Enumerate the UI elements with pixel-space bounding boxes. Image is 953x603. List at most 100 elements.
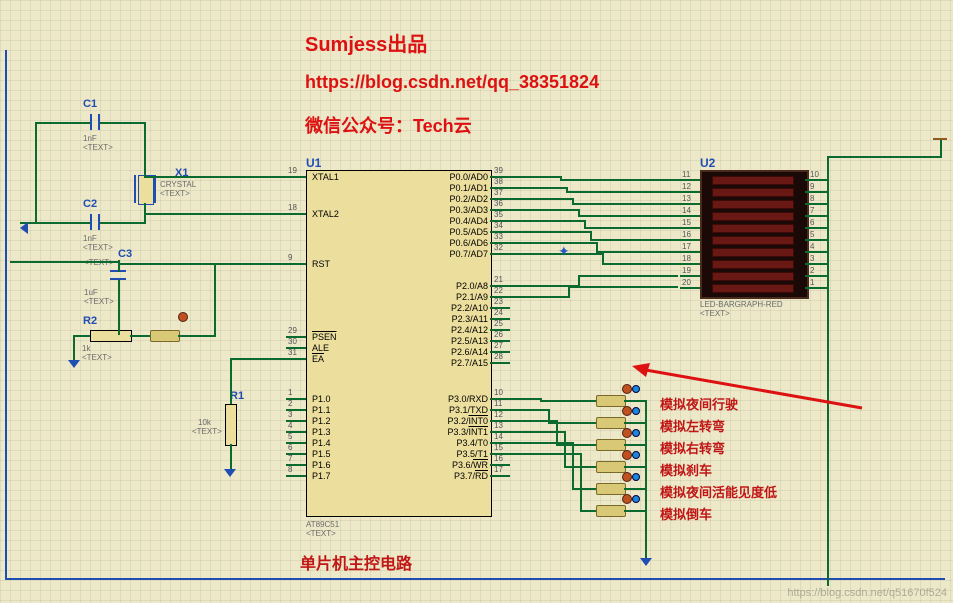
indicator-dot-icon <box>632 473 640 481</box>
bus-wire <box>510 176 560 178</box>
u1-left-pin-name: P1.0 <box>312 394 331 404</box>
sw-to-gnd <box>624 444 647 446</box>
u1-right-pin-name: P3.4/T0 <box>456 438 488 448</box>
bus-wire <box>596 251 680 253</box>
switch-label: 模拟夜间行驶 <box>660 394 738 413</box>
bus-wire <box>602 263 680 265</box>
u2-left-pin-num: 12 <box>682 182 691 191</box>
u1-left-pin-name: P1.6 <box>312 460 331 470</box>
u1-left-pin-num: 1 <box>288 388 292 397</box>
u2-text: <TEXT> <box>700 309 730 318</box>
push-button[interactable] <box>596 395 626 407</box>
push-button[interactable] <box>596 417 626 429</box>
u1-right-pin-num: 36 <box>494 199 503 208</box>
u1-right-pin-num: 37 <box>494 188 503 197</box>
u1-right-pin-num: 16 <box>494 454 503 463</box>
u1-left-pin-name: EA <box>312 354 324 364</box>
r2-button[interactable] <box>150 330 180 342</box>
r2-body <box>90 330 132 342</box>
u1-pin-line <box>286 475 306 477</box>
u1-right-pin-num: 14 <box>494 432 503 441</box>
u1-pin-line <box>286 358 306 360</box>
u1-left-pin-name: RST <box>312 259 330 269</box>
push-button[interactable] <box>596 461 626 473</box>
c3-to-r2v <box>118 280 120 335</box>
u1-left-pin-name: ALE <box>312 343 329 353</box>
u1-right-pin-name: P0.2/AD2 <box>449 194 488 204</box>
indicator-dot-icon <box>632 429 640 437</box>
indicator-dot-icon <box>632 451 640 459</box>
sw-to-gnd <box>624 466 647 468</box>
u1-right-pin-num: 39 <box>494 166 503 175</box>
u1-left-pin-num: 31 <box>288 348 297 357</box>
u1-right-pin-num: 33 <box>494 232 503 241</box>
switch-label: 模拟右转弯 <box>660 438 725 457</box>
switch-label: 模拟倒车 <box>660 504 712 523</box>
u1-right-pin-name: P0.5/AD5 <box>449 227 488 237</box>
bus-wire <box>584 227 680 229</box>
u2-right-pin-num: 10 <box>810 170 819 179</box>
u1-left-pin-num: 7 <box>288 454 292 463</box>
rst-vert <box>214 263 216 337</box>
u2-pin-line <box>680 287 700 289</box>
u1-left-pin-name: PSEN <box>312 332 337 342</box>
u2-right-pin-num: 1 <box>810 278 814 287</box>
u1-right-pin-num: 27 <box>494 341 503 350</box>
rst-to-mcu <box>118 263 286 265</box>
u2-pin-line <box>680 215 700 217</box>
push-button[interactable] <box>596 439 626 451</box>
c1-to-x1v <box>144 122 146 176</box>
push-button[interactable] <box>596 483 626 495</box>
gnd-left-vert <box>35 122 37 224</box>
u1-right-pin-name: P0.6/AD6 <box>449 238 488 248</box>
push-button[interactable] <box>596 505 626 517</box>
u1-pin-line <box>286 176 306 178</box>
u2-pin-line <box>680 263 700 265</box>
u2-pin-line <box>805 239 827 241</box>
bus-wire <box>510 242 596 244</box>
u2-right-pin-num: 3 <box>810 254 814 263</box>
bargraph-led <box>712 176 794 185</box>
sw-to-gnd <box>624 488 647 490</box>
r2-gndv <box>73 335 75 360</box>
bus-wire <box>510 220 584 222</box>
c1-text: <TEXT> <box>83 143 113 152</box>
u1-right-pin-num: 22 <box>494 286 503 295</box>
bus-wire <box>590 239 680 241</box>
u2-right-pin-num: 9 <box>810 182 814 191</box>
button-knob-icon <box>622 494 632 504</box>
u1-right-pin-name: P2.2/A10 <box>451 303 488 313</box>
p21-out <box>510 296 570 298</box>
bus-wire <box>560 179 680 181</box>
u2-pin-line <box>680 227 700 229</box>
bus-wire <box>510 209 578 211</box>
border-bottom <box>5 578 945 580</box>
u1-left-pin-num: 6 <box>288 443 292 452</box>
u1-right-pin-name: P3.7/RD <box>454 471 488 481</box>
u1-right-pin-num: 12 <box>494 410 503 419</box>
header-wechat: 微信公众号：Tech云 <box>305 112 472 138</box>
r1-text: <TEXT> <box>192 427 222 436</box>
c2-ref: C2 <box>83 198 97 210</box>
sw-wire <box>580 453 582 512</box>
sw-to-gnd <box>624 422 647 424</box>
u1-pin-line <box>490 475 510 477</box>
watermark: https://blog.csdn.net/q51670f524 <box>787 587 947 599</box>
u1-right-pin-name: P2.7/A15 <box>451 358 488 368</box>
u1-right-pin-name: P3.3/INT1 <box>447 427 488 437</box>
sw-gnd-vert <box>645 400 647 558</box>
indicator-dot-icon <box>632 495 640 503</box>
switch-label: 模拟刹车 <box>660 460 712 479</box>
u2-right-pin-num: 8 <box>810 194 814 203</box>
bus-wire <box>510 253 602 255</box>
c3-value: 1uF <box>84 288 98 297</box>
r1-body <box>225 404 237 446</box>
u1-right-pin-num: 11 <box>494 399 502 408</box>
u1-left-pin-name: P1.2 <box>312 416 331 426</box>
u1-pin-line <box>490 362 510 364</box>
u1-left-pin-name: P1.7 <box>312 471 331 481</box>
u1-right-pin-num: 32 <box>494 243 503 252</box>
button-knob-icon <box>622 428 632 438</box>
c3-text2: <TEXT> <box>84 297 114 306</box>
u2-left-pin-num: 20 <box>682 278 691 287</box>
